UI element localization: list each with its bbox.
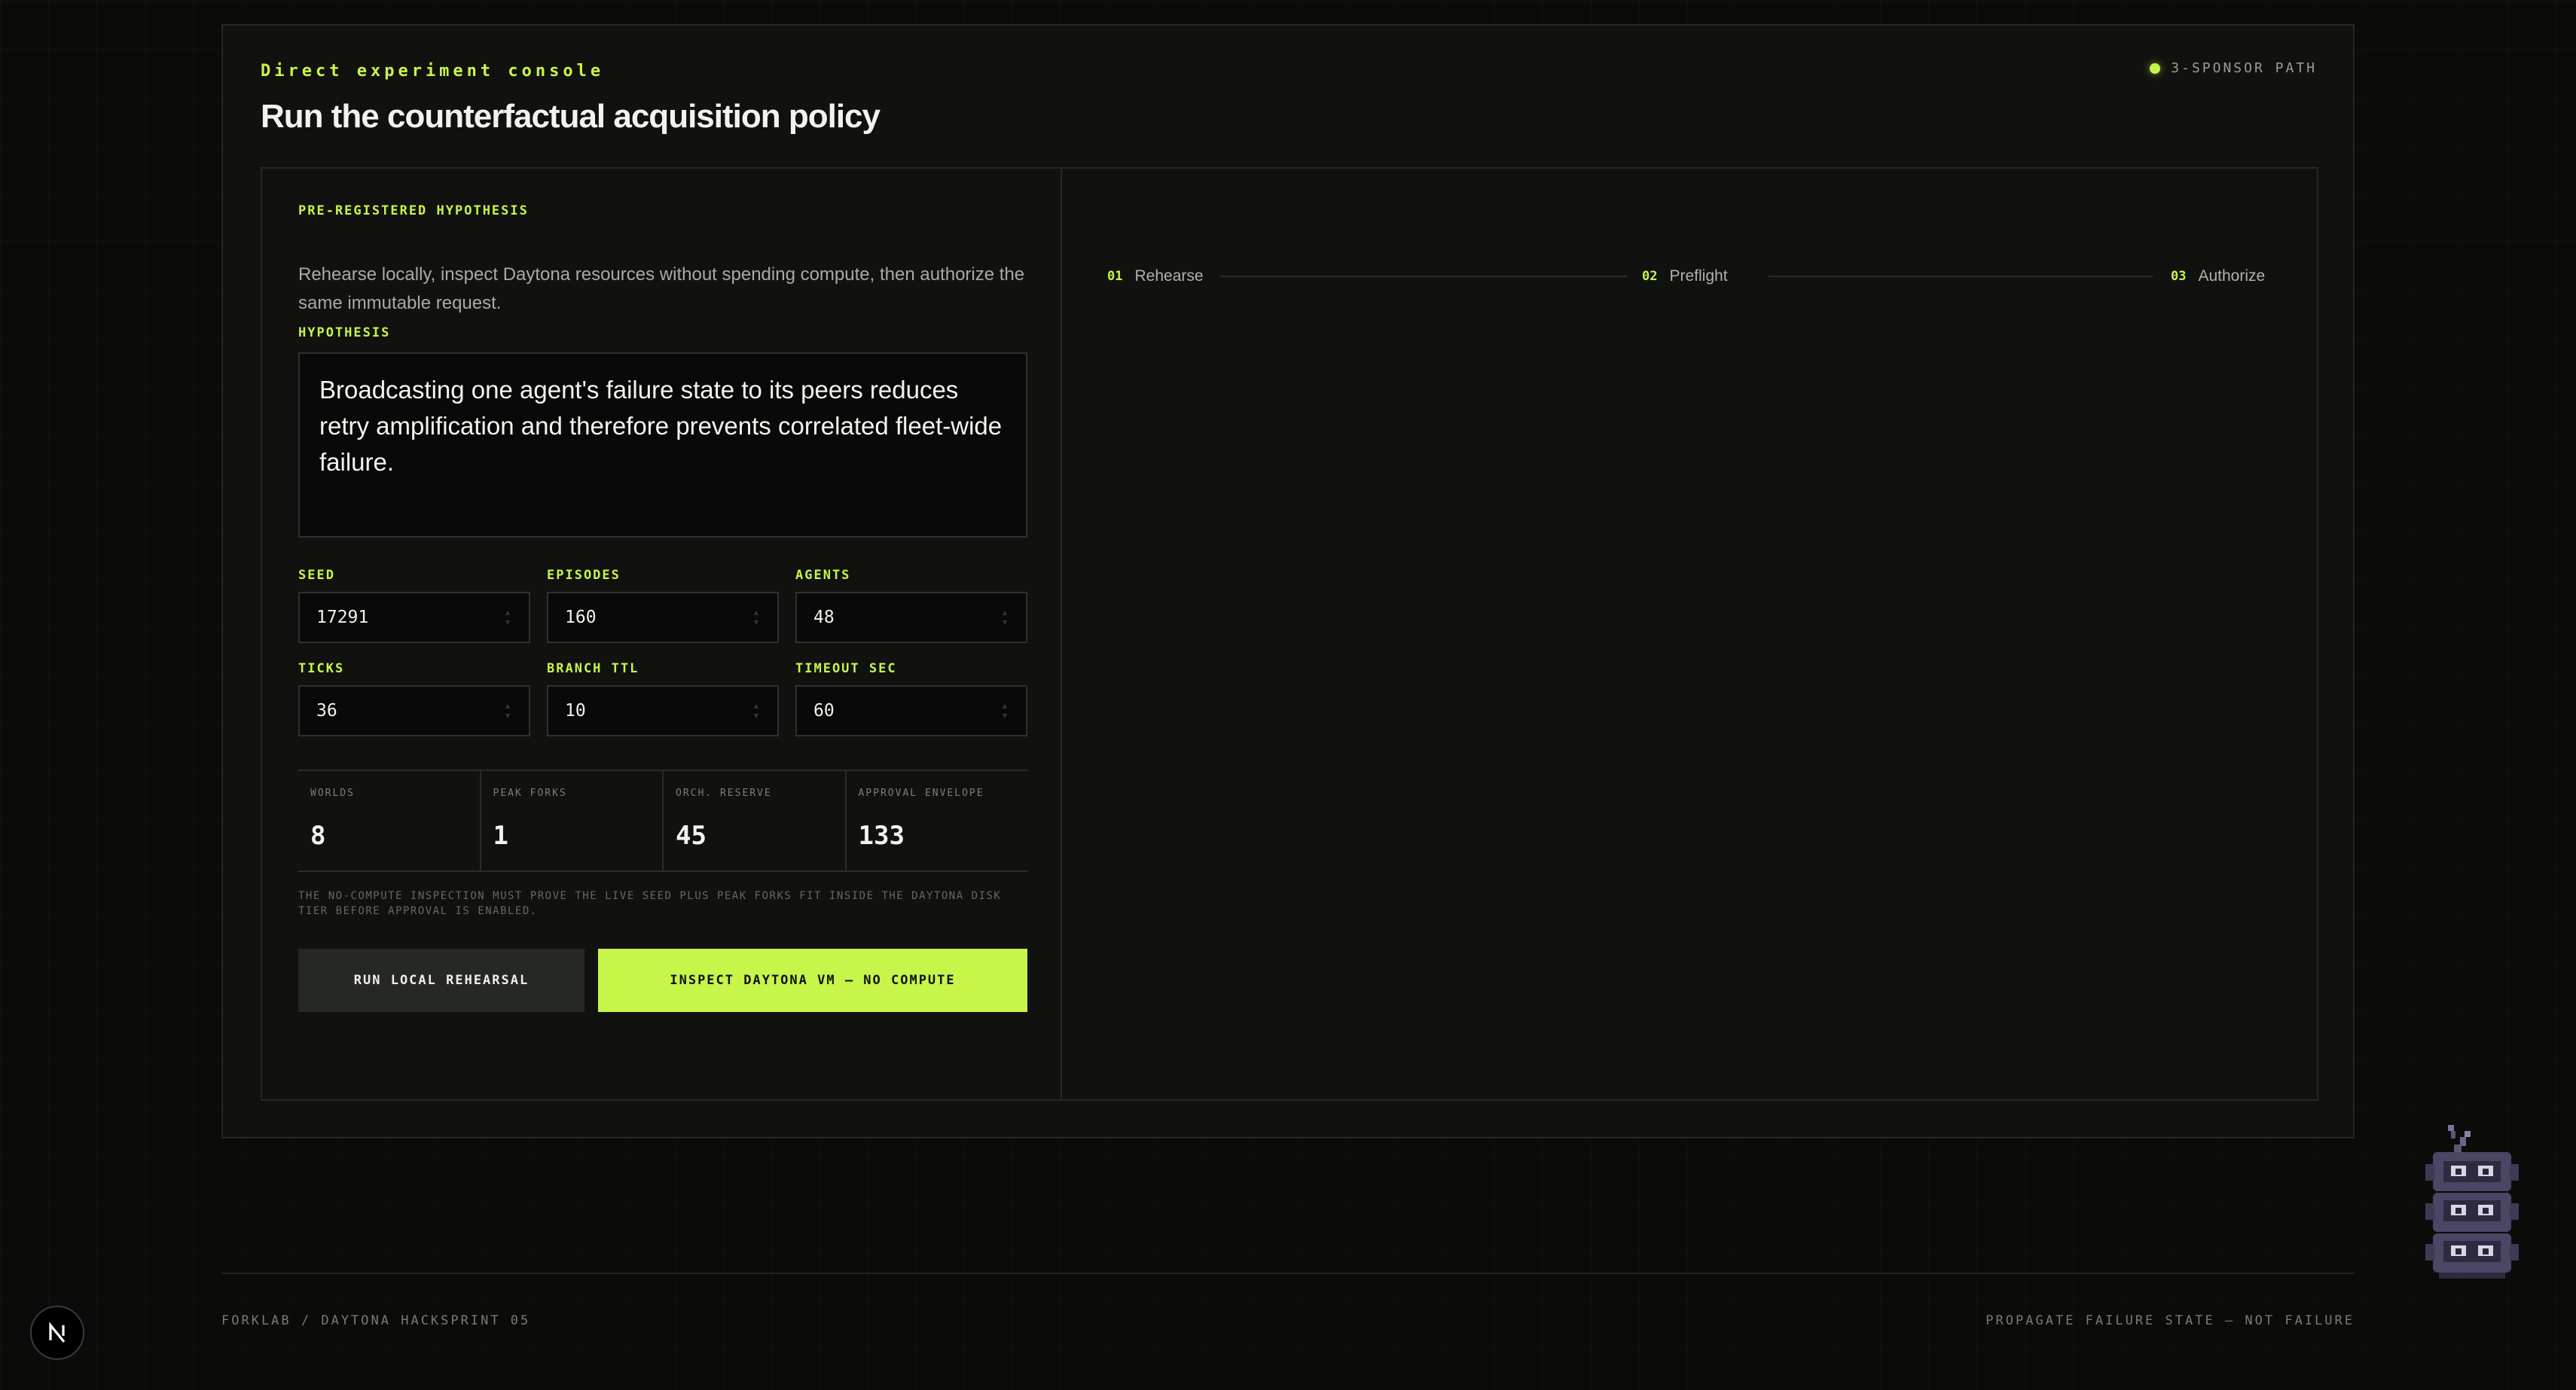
metric-orch-reserve: ORCH. RESERVE 45 <box>664 771 847 870</box>
stepper-icon[interactable]: ▲ ▼ <box>752 608 761 628</box>
step-number: 02 <box>1642 269 1658 284</box>
episodes-label: EPISODES <box>547 568 621 583</box>
metric-value: 45 <box>676 821 707 851</box>
metric-peak-forks: PEAK FORKS 1 <box>481 771 664 870</box>
step-number: 03 <box>2171 269 2187 284</box>
run-local-rehearsal-button[interactable]: RUN LOCAL REHEARSAL <box>298 949 584 1012</box>
ticks-input-box: ▲▼ <box>298 685 530 736</box>
sponsor-badge: 3-SPONSOR PATH <box>2150 60 2317 76</box>
metric-value: 133 <box>858 821 905 851</box>
preregistered-label: PRE-REGISTERED HYPOTHESIS <box>298 203 529 218</box>
footer-right: PROPAGATE FAILURE STATE — NOT FAILURE <box>1985 1313 2355 1328</box>
step-label: Rehearse <box>1134 267 1204 285</box>
workflow-steps: 01 Rehearse 02 Preflight 03 Authorize <box>1107 265 2272 288</box>
branch-ttl-label: BRANCH TTL <box>547 661 639 676</box>
timeout-sec-label: TIMEOUT SEC <box>795 661 897 676</box>
step-rehearse: 01 Rehearse <box>1107 265 1204 288</box>
seed-input-box: ▲▼ <box>298 592 530 643</box>
step-label: Preflight <box>1669 267 1728 285</box>
metrics-strip: WORLDS 8 PEAK FORKS 1 ORCH. RESERVE 45 A… <box>298 770 1027 872</box>
agents-field: AGENTS ▲▼ <box>795 568 1027 643</box>
branch-ttl-input-box: ▲▼ <box>547 685 779 736</box>
seed-field: SEED ▲▼ <box>298 568 530 643</box>
timeout-sec-field: TIMEOUT SEC ▲▼ <box>795 661 1027 736</box>
metric-label: ORCH. RESERVE <box>676 788 772 799</box>
inspection-note: THE NO-COMPUTE INSPECTION MUST PROVE THE… <box>298 890 1002 917</box>
stepper-icon[interactable]: ▲ ▼ <box>503 702 512 721</box>
metric-label: PEAK FORKS <box>493 788 567 799</box>
episodes-input-box: ▲▼ <box>547 592 779 643</box>
experiment-console: Direct experiment console Run the counte… <box>221 24 2355 1139</box>
step-preflight: 02 Preflight <box>1642 265 1728 288</box>
step-connector <box>1220 276 1627 277</box>
nextjs-logo-icon[interactable] <box>30 1306 84 1360</box>
console-eyebrow: Direct experiment console <box>261 62 605 81</box>
stepper-icon[interactable]: ▲ ▼ <box>1000 608 1009 628</box>
ticks-field: TICKS ▲▼ <box>298 661 530 736</box>
agents-input[interactable] <box>797 593 1026 642</box>
ticks-input[interactable] <box>300 687 529 735</box>
robot-mascot-icon <box>2421 1122 2523 1288</box>
stepper-icon[interactable]: ▲ ▼ <box>1000 702 1009 721</box>
seed-label: SEED <box>298 568 335 583</box>
metric-value: 8 <box>310 821 326 851</box>
timeout-sec-input-box: ▲▼ <box>795 685 1027 736</box>
step-label: Authorize <box>2198 267 2266 285</box>
metric-approval-envelope: APPROVAL ENVELOPE 133 <box>847 771 1028 870</box>
step-connector <box>1769 276 2153 277</box>
agents-input-box: ▲▼ <box>795 592 1027 643</box>
experiment-panel: PRE-REGISTERED HYPOTHESIS Rehearse local… <box>261 167 2318 1101</box>
status-dot-icon <box>2150 62 2161 74</box>
hypothesis-label: HYPOTHESIS <box>298 325 391 340</box>
n-glyph-icon <box>49 1321 66 1343</box>
page-title: Run the counterfactual acquisition polic… <box>261 98 881 135</box>
metric-label: APPROVAL ENVELOPE <box>858 788 984 799</box>
section-description: Rehearse locally, inspect Daytona resour… <box>298 264 1025 313</box>
metric-worlds: WORLDS 8 <box>298 771 481 870</box>
metric-value: 1 <box>493 821 508 851</box>
stepper-icon[interactable]: ▲ ▼ <box>752 702 761 721</box>
timeout-sec-input[interactable] <box>797 687 1026 735</box>
agents-label: AGENTS <box>795 568 851 583</box>
footer-left: FORKLAB / DAYTONA HACKSPRINT 05 <box>221 1313 531 1328</box>
hypothesis-textarea[interactable]: Broadcasting one agent's failure state t… <box>298 352 1027 538</box>
stepper-icon[interactable]: ▲ ▼ <box>503 608 512 628</box>
footer-divider <box>221 1273 2355 1274</box>
sponsor-badge-label: 3-SPONSOR PATH <box>2171 60 2317 76</box>
episodes-field: EPISODES ▲▼ <box>547 568 779 643</box>
metric-label: WORLDS <box>310 788 355 799</box>
branch-ttl-input[interactable] <box>548 687 777 735</box>
episodes-input[interactable] <box>548 593 777 642</box>
branch-ttl-field: BRANCH TTL ▲▼ <box>547 661 779 736</box>
ticks-label: TICKS <box>298 661 345 676</box>
seed-input[interactable] <box>300 593 529 642</box>
inspect-daytona-vm-button[interactable]: INSPECT DAYTONA VM — NO COMPUTE <box>598 949 1027 1012</box>
step-number: 01 <box>1107 269 1123 284</box>
step-authorize: 03 Authorize <box>2171 265 2265 288</box>
workflow-column: 01 Rehearse 02 Preflight 03 Authorize <box>1064 169 2317 1099</box>
configuration-column: PRE-REGISTERED HYPOTHESIS Rehearse local… <box>262 169 1062 1099</box>
